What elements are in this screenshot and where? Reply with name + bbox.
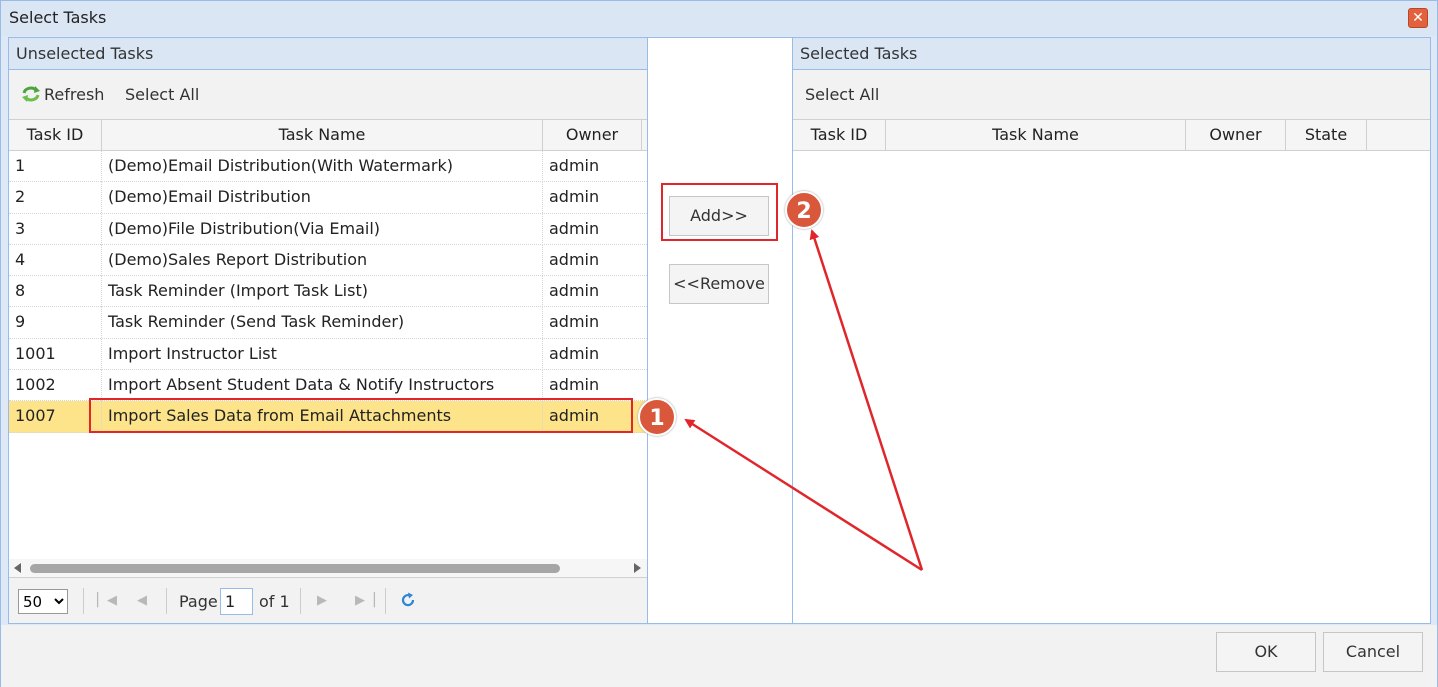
table-cell-task-id: 2 <box>9 182 102 214</box>
table-cell-owner: admin <box>549 187 600 207</box>
table-row[interactable]: 1002 Import Absent Student Data & Notify … <box>9 370 647 402</box>
table-cell-task-id: 8 <box>9 276 102 308</box>
table-cell-task-name: (Demo)File Distribution(Via Email) <box>102 213 543 245</box>
table-row[interactable]: 3 (Demo)File Distribution(Via Email) admin <box>9 213 647 245</box>
table-cell-task-name: (Demo)Email Distribution <box>102 182 543 214</box>
left-toolbar: Refresh Select All <box>9 70 647 120</box>
unselected-tasks-title: Unselected Tasks <box>9 38 647 70</box>
dialog-title: Select Tasks <box>9 8 107 27</box>
column-header-task-id[interactable]: Task ID <box>793 120 886 151</box>
cancel-button[interactable]: Cancel <box>1323 632 1423 672</box>
column-header-owner[interactable]: Owner <box>1186 120 1286 151</box>
table-row[interactable]: 8 Task Reminder (Import Task List) admin <box>9 276 647 308</box>
page-label: Page <box>179 592 218 611</box>
dialog-footer: OK Cancel <box>1 625 1437 687</box>
table-cell-task-name: (Demo)Email Distribution(With Watermark) <box>102 151 543 182</box>
table-cell-owner: admin <box>549 218 600 238</box>
table-cell-task-id: 1002 <box>9 370 102 402</box>
remove-button[interactable]: <<Remove <box>669 264 769 304</box>
refresh-label: Refresh <box>44 85 105 104</box>
refresh-icon <box>22 86 40 102</box>
selected-tasks-title: Selected Tasks <box>793 38 1430 70</box>
column-header-task-name[interactable]: Task Name <box>102 120 543 151</box>
refresh-button[interactable]: Refresh <box>21 85 104 104</box>
table-cell-owner: admin <box>549 312 600 332</box>
table-cell-owner: admin <box>549 249 600 269</box>
unselected-tasks-panel: Unselected Tasks Refresh Select All Task… <box>9 38 648 623</box>
first-page-icon[interactable]: ▏◀ <box>97 593 117 608</box>
transfer-buttons-area: Add>> <<Remove <box>648 38 792 623</box>
table-cell-task-id: 1 <box>9 151 102 182</box>
right-toolbar: Select All <box>793 70 1430 120</box>
select-tasks-dialog: Select Tasks ✕ Unselected Tasks Refresh … <box>0 0 1438 687</box>
left-select-all-button[interactable]: Select All <box>125 85 199 104</box>
pager-divider <box>300 588 301 614</box>
column-header-owner[interactable]: Owner <box>543 120 642 151</box>
page-size-select[interactable]: 50 <box>18 589 68 614</box>
pager-divider <box>385 588 386 614</box>
column-header-task-name[interactable]: Task Name <box>886 120 1186 151</box>
table-cell-task-id: 3 <box>9 213 102 245</box>
table-cell-task-name: Task Reminder (Send Task Reminder) <box>102 307 543 339</box>
table-cell-task-id: 1001 <box>9 338 102 370</box>
reload-icon[interactable] <box>400 592 416 608</box>
previous-page-icon[interactable]: ◀ <box>137 593 147 608</box>
table-cell-task-name: (Demo)Sales Report Distribution <box>102 244 543 276</box>
pager-divider <box>166 588 167 614</box>
pagination-bar: 50 ▏◀ ◀ Page 1 of 1 ▶ ▶▕ <box>9 577 647 623</box>
table-row[interactable]: 1001 Import Instructor List admin <box>9 338 647 371</box>
column-header-state[interactable]: State <box>1286 120 1367 151</box>
pager-divider <box>83 588 84 614</box>
dialog-body: Unselected Tasks Refresh Select All Task… <box>8 37 1431 624</box>
right-select-all-button[interactable]: Select All <box>805 85 879 104</box>
scroll-right-icon[interactable] <box>634 563 641 573</box>
step-1-badge: 1 <box>638 398 676 436</box>
page-number-input[interactable]: 1 <box>220 588 253 615</box>
ok-button[interactable]: OK <box>1216 632 1316 672</box>
table-row[interactable]: 9 Task Reminder (Send Task Reminder) admin <box>9 307 647 339</box>
horizontal-scrollbar[interactable] <box>9 559 647 577</box>
page-count-label: of 1 <box>259 592 290 611</box>
table-cell-owner: admin <box>549 281 600 301</box>
close-icon[interactable]: ✕ <box>1408 8 1428 28</box>
add-button-highlight <box>661 183 778 241</box>
right-grid-header: Task ID Task Name Owner State <box>793 120 1430 151</box>
table-cell-task-name: Task Reminder (Import Task List) <box>102 276 543 308</box>
unselected-tasks-list: 1 (Demo)Email Distribution(With Watermark… <box>9 151 647 433</box>
selected-row-highlight <box>89 398 633 433</box>
table-row[interactable]: 1 (Demo)Email Distribution(With Watermark… <box>9 151 647 183</box>
left-grid-header: Task ID Task Name Owner <box>9 120 647 151</box>
title-bar: Select Tasks ✕ <box>1 1 1437 36</box>
next-page-icon[interactable]: ▶ <box>317 593 327 608</box>
table-cell-owner: admin <box>549 343 600 363</box>
table-cell-task-name: Import Instructor List <box>102 338 543 370</box>
table-cell-owner: admin <box>549 375 600 395</box>
table-cell-task-id: 4 <box>9 244 102 276</box>
selected-tasks-panel: Selected Tasks Select All Task ID Task N… <box>792 38 1430 623</box>
scrollbar-thumb[interactable] <box>30 564 560 573</box>
last-page-icon[interactable]: ▶▕ <box>355 593 375 608</box>
table-cell-task-name: Import Absent Student Data & Notify Inst… <box>102 370 543 402</box>
table-cell-owner: admin <box>549 156 600 175</box>
table-row[interactable]: 2 (Demo)Email Distribution admin <box>9 182 647 214</box>
table-row[interactable]: 4 (Demo)Sales Report Distribution admin <box>9 244 647 277</box>
scroll-left-icon[interactable] <box>14 563 21 573</box>
table-cell-task-id: 9 <box>9 307 102 339</box>
step-2-badge: 2 <box>785 191 823 229</box>
column-header-task-id[interactable]: Task ID <box>9 120 102 151</box>
